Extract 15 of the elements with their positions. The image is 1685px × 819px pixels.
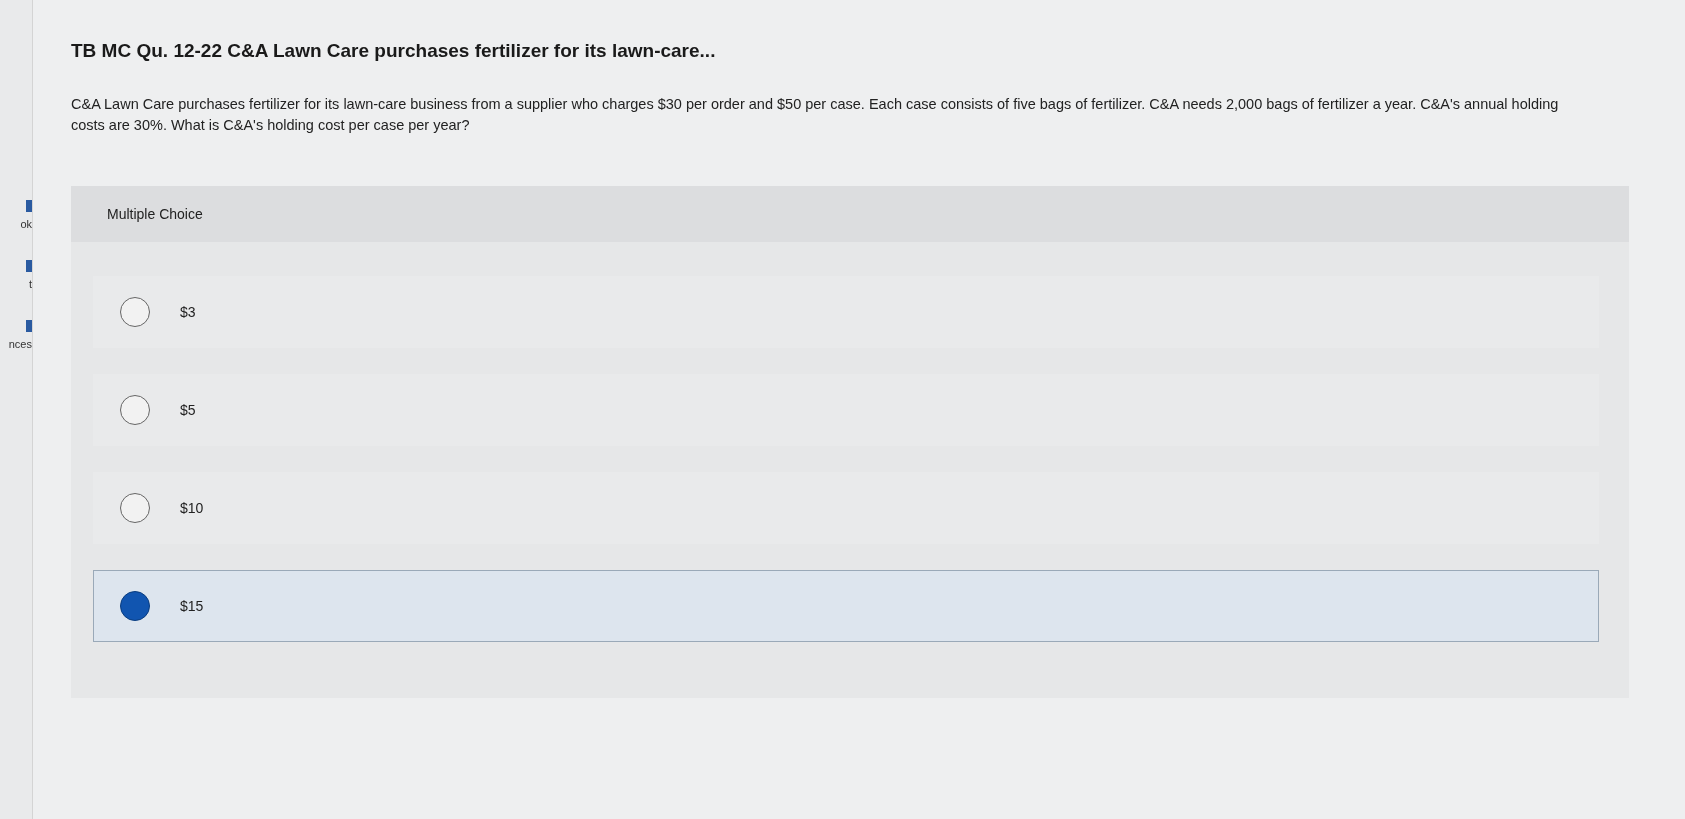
sidebar-item[interactable]: t xyxy=(28,278,32,290)
radio-button[interactable] xyxy=(120,297,150,327)
answer-option[interactable]: $15 xyxy=(93,570,1599,642)
radio-button[interactable] xyxy=(120,395,150,425)
option-label: $3 xyxy=(180,304,196,320)
question-title: TB MC Qu. 12-22 C&A Lawn Care purchases fertilizer for its lawn-care... xyxy=(71,40,717,62)
radio-button[interactable] xyxy=(120,591,150,621)
sidebar-item[interactable]: ok xyxy=(20,218,32,230)
option-label: $5 xyxy=(180,402,196,418)
option-label: $10 xyxy=(180,500,204,516)
radio-button[interactable] xyxy=(120,493,150,523)
question-text: C&A Lawn Care purchases fertilizer for its lawn-care business from a supplier who charges $30 per order and $50 per case. Each case consists of five bags of fertilizer. C&A needs 2,000 bags of fertilizer a year. C&A's annual holding costs are 30%. What is C&A's holding cost per case per year? xyxy=(71,95,1560,135)
sidebar-item[interactable]: nces xyxy=(8,338,32,350)
panel-heading: Multiple Choice xyxy=(107,206,204,222)
option-label: $15 xyxy=(180,598,204,614)
